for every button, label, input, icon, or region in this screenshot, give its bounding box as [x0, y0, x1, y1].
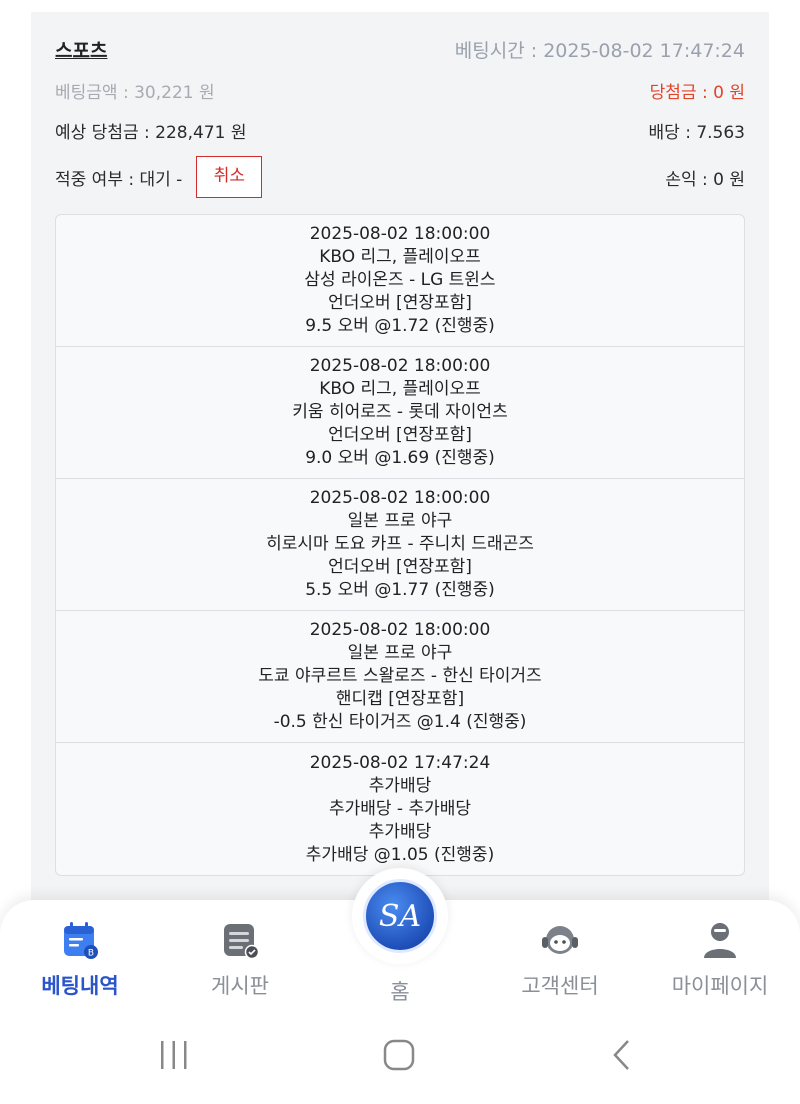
- bet-pick: 5.5 오버 @1.77 (진행중): [305, 580, 495, 600]
- bet-match: 추가배당 - 추가배당: [328, 798, 472, 819]
- header-row: 스포츠 베팅시간 : 2025-08-02 17:47:24: [55, 36, 745, 63]
- bet-amount: 베팅금액 : 30,221 원: [55, 83, 215, 103]
- bet-item: 2025-08-02 18:00:00 KBO 리그, 플레이오프 삼성 라이온…: [56, 215, 744, 347]
- back-icon[interactable]: [610, 1038, 634, 1072]
- bet-datetime: 2025-08-02 18:00:00: [309, 488, 491, 508]
- nav-label: 게시판: [211, 974, 269, 998]
- bet-match: 삼성 라이온즈 - LG 트윈스: [304, 270, 496, 290]
- home-logo-icon: SA: [363, 879, 437, 953]
- nav-board[interactable]: 게시판: [170, 918, 310, 1000]
- bet-time: 베팅시간 : 2025-08-02 17:47:24: [454, 40, 745, 62]
- bet-market: 추가배당: [368, 821, 432, 842]
- bet-detail-card: 스포츠 베팅시간 : 2025-08-02 17:47:24 베팅금액 : 30…: [31, 12, 769, 912]
- bet-item: 2025-08-02 18:00:00 일본 프로 야구 도쿄 야쿠르트 스왈로…: [56, 611, 744, 743]
- nav-betting-history[interactable]: B 베팅내역: [10, 918, 150, 1000]
- board-icon: [224, 924, 260, 960]
- cancel-button[interactable]: 취소: [196, 156, 263, 198]
- profit: 손익 : 0 원: [665, 169, 745, 190]
- home-button-icon[interactable]: [382, 1038, 416, 1072]
- nav-label: 홈: [390, 980, 410, 1004]
- odds: 배당 : 7.563: [648, 123, 745, 143]
- home-logo-text: SA: [378, 898, 422, 934]
- bet-market: 언더오버 [연장포함]: [328, 557, 472, 577]
- support-icon: [542, 926, 578, 954]
- bet-market: 핸디캡 [연장포함]: [335, 689, 465, 709]
- nav-label: 고객센터: [521, 974, 599, 998]
- bet-pick: -0.5 한신 타이거즈 @1.4 (진행중): [273, 712, 527, 732]
- bet-match: 도쿄 야쿠르트 스왈로즈 - 한신 타이거즈: [258, 666, 542, 686]
- nav-mypage[interactable]: 마이페이지: [650, 918, 790, 1000]
- bet-item: 2025-08-02 18:00:00 일본 프로 야구 히로시마 도요 카프 …: [56, 479, 744, 611]
- bet-match: 키움 히어로즈 - 롯데 자이언츠: [292, 402, 508, 422]
- bet-league: 일본 프로 야구: [347, 511, 453, 531]
- bet-pick: 9.5 오버 @1.72 (진행중): [305, 316, 495, 336]
- bet-league: 추가배당: [368, 775, 432, 796]
- expected-win: 예상 당첨금 : 228,471 원: [55, 123, 247, 143]
- bet-league: KBO 리그, 플레이오프: [319, 247, 481, 267]
- user-icon: [704, 923, 736, 958]
- status-group: 적중 여부 : 대기 - 취소: [55, 156, 263, 198]
- win-amount: 당첨금 : 0 원: [649, 83, 745, 103]
- bet-league: 일본 프로 야구: [347, 643, 453, 663]
- svg-text:B: B: [88, 949, 94, 959]
- hit-status: 적중 여부 : 대기 -: [55, 169, 183, 190]
- nav-label: 마이페이지: [671, 974, 769, 998]
- category-title[interactable]: 스포츠: [55, 36, 107, 63]
- nav-home[interactable]: 홈: [330, 968, 470, 1006]
- status-row: 적중 여부 : 대기 - 취소 손익 : 0 원: [55, 156, 745, 198]
- bet-item: 2025-08-02 18:00:00 KBO 리그, 플레이오프 키움 히어로…: [56, 347, 744, 479]
- bet-market: 언더오버 [연장포함]: [328, 293, 472, 313]
- system-nav-bar: [0, 1012, 800, 1104]
- nav-label: 베팅내역: [41, 974, 119, 998]
- recent-apps-icon[interactable]: [158, 1038, 190, 1072]
- bet-datetime: 2025-08-02 17:47:24: [309, 752, 491, 773]
- nav-support[interactable]: 고객센터: [490, 918, 630, 1000]
- bet-item: 2025-08-02 17:47:24 추가배당 추가배당 - 추가배당 추가배…: [56, 743, 744, 875]
- bet-match: 히로시마 도요 카프 - 주니치 드래곤즈: [266, 534, 534, 554]
- bet-pick: 추가배당 @1.05 (진행중): [305, 844, 495, 865]
- bet-pick: 9.0 오버 @1.69 (진행중): [305, 448, 495, 468]
- bet-league: KBO 리그, 플레이오프: [319, 379, 481, 399]
- bet-datetime: 2025-08-02 18:00:00: [309, 620, 491, 640]
- calendar-icon: B: [64, 922, 98, 959]
- bet-list: 2025-08-02 18:00:00 KBO 리그, 플레이오프 삼성 라이온…: [55, 214, 745, 876]
- amount-row: 베팅금액 : 30,221 원 당첨금 : 0 원: [55, 78, 745, 103]
- bet-market: 언더오버 [연장포함]: [328, 425, 472, 445]
- bet-datetime: 2025-08-02 18:00:00: [309, 224, 491, 244]
- expected-row: 예상 당첨금 : 228,471 원 배당 : 7.563: [55, 118, 745, 143]
- home-button[interactable]: SA: [352, 868, 448, 964]
- bet-datetime: 2025-08-02 18:00:00: [309, 356, 491, 376]
